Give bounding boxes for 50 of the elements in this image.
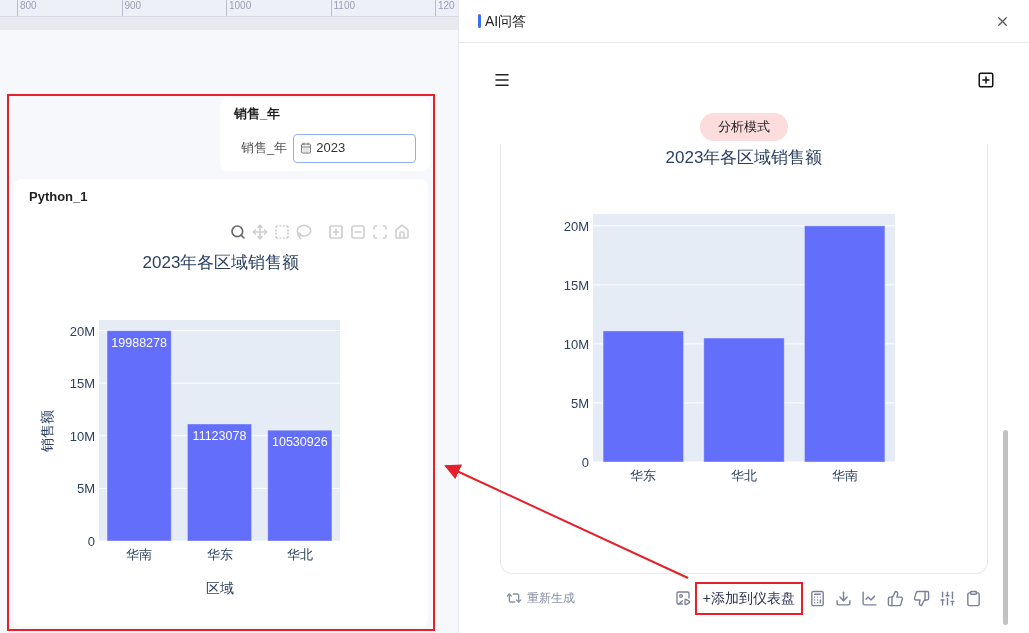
x-tick-label: 华东 [206, 547, 233, 562]
mode-badge: 分析模式 [700, 113, 788, 141]
ruler-label: 120 [437, 0, 455, 12]
panel-title: AI问答 [485, 11, 527, 31]
y-tick-label: 0 [581, 454, 589, 470]
y-tick-label: 15M [563, 277, 589, 293]
ruler-label: 1000 [228, 0, 252, 12]
data-label: 10530926 [272, 435, 328, 450]
thumbs-up-icon[interactable] [887, 589, 904, 607]
accent-bar [478, 14, 481, 28]
x-tick-label: 华东 [630, 467, 657, 483]
card-title: Python_1 [29, 188, 89, 206]
zoom-icon[interactable] [230, 223, 246, 240]
download-icon[interactable] [835, 589, 852, 607]
y-tick-label: 10M [69, 428, 95, 444]
image-preview-icon[interactable] [674, 590, 691, 606]
x-tick-label: 华北 [286, 547, 313, 562]
y-axis-title: 销售额 [39, 409, 55, 452]
calculator-icon[interactable] [809, 589, 826, 607]
line-chart-icon[interactable] [861, 589, 878, 607]
sliders-icon[interactable] [939, 589, 956, 607]
menu-icon[interactable] [493, 71, 511, 89]
field-label: 销售_年 [241, 139, 288, 158]
x-tick-label: 华北 [731, 467, 757, 483]
chart-title: 2023年各区域销售额 [665, 147, 823, 169]
y-tick-label: 10M [563, 336, 589, 352]
ruler-label: 800 [19, 0, 37, 12]
y-tick-label: 15M [69, 376, 95, 392]
new-chat-icon[interactable] [977, 71, 995, 89]
data-label: 19988278 [111, 335, 167, 350]
y-tick-label: 0 [87, 534, 95, 549]
x-axis-title: 区域 [205, 580, 234, 596]
thumbs-down-icon[interactable] [913, 589, 930, 607]
x-tick-label: 华南 [126, 547, 153, 562]
clipboard-icon[interactable] [965, 589, 982, 607]
refresh-icon [506, 590, 522, 606]
filter-title: 销售_年 [234, 105, 282, 123]
data-label: 11123078 [192, 428, 247, 443]
scrollbar-thumb[interactable] [1003, 430, 1008, 625]
chart-title: 2023年各区域销售额 [142, 251, 300, 274]
y-tick-label: 20M [69, 323, 95, 339]
ruler-label: 900 [123, 0, 142, 12]
year-field[interactable]: 2023 [293, 133, 416, 163]
calendar-icon [300, 142, 313, 154]
ruler-label: 1100 [332, 0, 355, 12]
add-to-dashboard-button[interactable]: +添加到仪表盘 [694, 581, 803, 615]
y-tick-label: 5M [76, 481, 95, 497]
x-tick-label: 华南 [831, 467, 858, 483]
y-tick-label: 20M [563, 218, 589, 234]
y-tick-label: 5M [570, 395, 589, 411]
